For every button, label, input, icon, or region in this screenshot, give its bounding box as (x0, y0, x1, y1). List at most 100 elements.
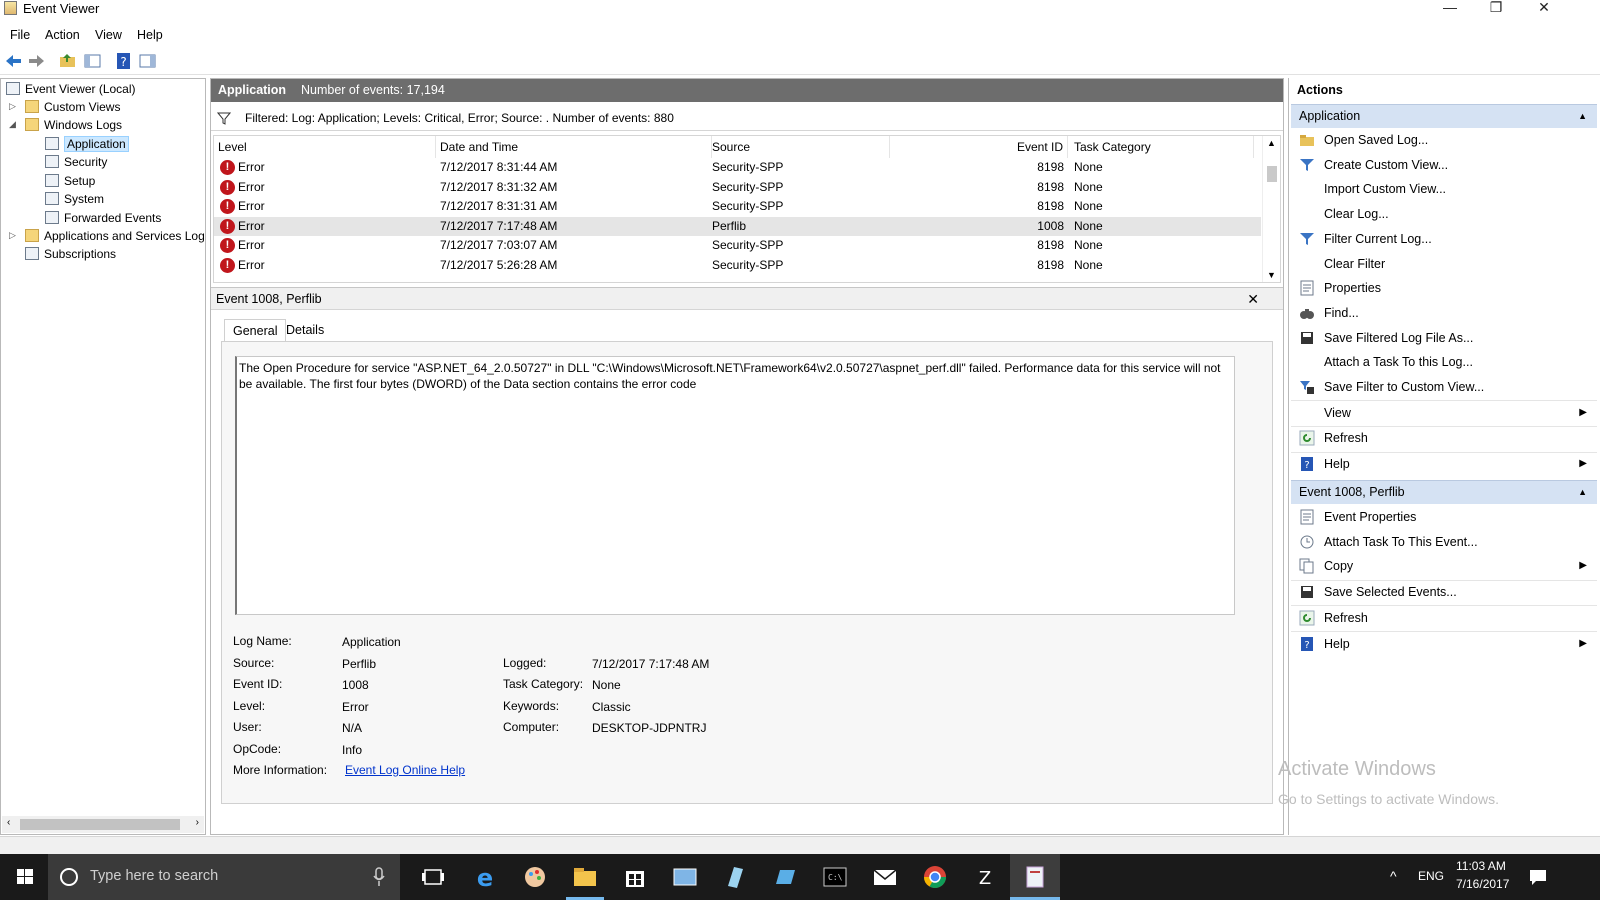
action-center-icon[interactable] (1528, 867, 1548, 887)
taskbar-search-box[interactable]: Type here to search (48, 854, 400, 900)
tree-item-setup[interactable]: Setup (45, 172, 95, 190)
event-log-online-help-link[interactable]: Event Log Online Help (345, 763, 465, 777)
column-task-category[interactable]: Task Category (1074, 136, 1254, 158)
command-prompt-icon[interactable]: C:\ (820, 862, 850, 892)
action-copy[interactable]: Copy ▶ (1291, 554, 1597, 578)
clock-time[interactable]: 11:03 AM (1456, 859, 1506, 873)
menu-help[interactable]: Help (137, 28, 163, 42)
column-date-time[interactable]: Date and Time (440, 136, 712, 158)
row-source: Security-SPP (712, 199, 784, 213)
action-attach-a-task-to-this-log[interactable]: Attach a Task To this Log... (1291, 350, 1597, 374)
minimize-button[interactable]: — (1426, 0, 1474, 28)
show-hide-action-pane-icon[interactable] (138, 52, 157, 70)
event-viewer-taskbar-icon[interactable] (1020, 862, 1050, 892)
edge-browser-icon[interactable]: e (470, 862, 500, 892)
row-task: None (1074, 238, 1103, 252)
tree-item-security[interactable]: Security (45, 153, 107, 171)
file-explorer-icon[interactable] (570, 862, 600, 892)
event-row[interactable]: ! Error 7/12/2017 5:26:28 AM Security-SP… (214, 256, 1261, 276)
collapse-chevron-icon[interactable]: ◢ (9, 119, 16, 130)
tree-item-custom-views[interactable]: Custom Views (25, 98, 120, 116)
tree-item-applications-services[interactable]: Applications and Services Log (25, 227, 205, 245)
microphone-icon[interactable] (373, 867, 385, 887)
expand-chevron-icon[interactable]: ▷ (9, 230, 16, 241)
scroll-down-icon[interactable]: ▼ (1267, 270, 1276, 280)
action-view[interactable]: View ▶ (1291, 401, 1597, 425)
event-row[interactable]: ! Error 7/12/2017 8:31:44 AM Security-SP… (214, 158, 1261, 178)
submenu-arrow-icon: ▶ (1579, 458, 1587, 470)
language-indicator[interactable]: ENG (1418, 869, 1444, 883)
action-clear-filter[interactable]: Clear Filter (1291, 252, 1597, 276)
action-help[interactable]: ? Help ▶ (1291, 452, 1597, 476)
actions-section-application[interactable]: Application ▲ (1291, 104, 1597, 128)
tree-root[interactable]: Event Viewer (Local) (6, 80, 136, 98)
menu-view[interactable]: View (95, 28, 122, 42)
row-date: 7/12/2017 8:31:44 AM (440, 160, 558, 174)
tree-item-forwarded-events[interactable]: Forwarded Events (45, 209, 161, 227)
collapse-caret-icon[interactable]: ▲ (1578, 105, 1587, 128)
menu-action[interactable]: Action (45, 28, 80, 42)
action-properties[interactable]: Properties (1291, 276, 1597, 300)
tree-item-subscriptions[interactable]: Subscriptions (25, 245, 116, 263)
actions-section-event[interactable]: Event 1008, Perflib ▲ (1291, 480, 1597, 504)
column-event-id[interactable]: Event ID (890, 136, 1068, 158)
remote-desktop-icon[interactable] (770, 862, 800, 892)
mail-icon[interactable] (870, 862, 900, 892)
paint-app-icon[interactable] (520, 862, 550, 892)
close-button[interactable]: ✕ (1520, 0, 1568, 28)
tree-item-windows-logs[interactable]: Windows Logs (25, 116, 122, 134)
column-source[interactable]: Source (712, 136, 890, 158)
control-panel-icon[interactable] (670, 862, 700, 892)
tree-horizontal-scrollbar[interactable]: ‹ › (2, 816, 204, 833)
event-row[interactable]: ! Error 7/12/2017 8:31:32 AM Security-SP… (214, 178, 1261, 198)
value-opcode: Info (342, 743, 363, 757)
collapse-caret-icon[interactable]: ▲ (1578, 481, 1587, 504)
show-hidden-icons-chevron[interactable]: ^ (1390, 868, 1397, 884)
up-folder-icon[interactable] (58, 52, 77, 70)
action-label: Event Properties (1324, 510, 1417, 524)
help-toolbar-icon[interactable]: ? (114, 52, 133, 70)
windows-start-icon[interactable] (0, 854, 50, 900)
scroll-right-icon[interactable]: › (196, 817, 199, 828)
action-refresh[interactable]: Refresh (1291, 606, 1597, 630)
event-row[interactable]: ! Error 7/12/2017 8:31:31 AM Security-SP… (214, 197, 1261, 217)
event-row-selected[interactable]: ! Error 7/12/2017 7:17:48 AM Perflib 100… (214, 216, 1261, 236)
action-refresh[interactable]: Refresh (1291, 426, 1597, 450)
scroll-thumb[interactable] (1267, 166, 1277, 182)
show-hide-tree-icon[interactable] (83, 52, 102, 70)
tree-item-application[interactable]: Application (45, 135, 129, 153)
action-attach-task-to-this-event[interactable]: Attach Task To This Event... (1291, 530, 1597, 554)
menu-file[interactable]: File (10, 28, 30, 42)
expand-chevron-icon[interactable]: ▷ (9, 101, 16, 112)
action-import-custom-view[interactable]: Import Custom View... (1291, 177, 1597, 201)
action-filter-current-log[interactable]: Filter Current Log... (1291, 227, 1597, 251)
action-event-properties[interactable]: Event Properties (1291, 505, 1597, 529)
task-view-icon[interactable] (418, 862, 448, 892)
action-open-saved-log[interactable]: Open Saved Log... (1291, 128, 1597, 152)
tab-details[interactable]: Details (278, 319, 332, 342)
close-detail-icon[interactable]: ✕ (1247, 288, 1259, 310)
clock-date[interactable]: 7/16/2017 (1456, 877, 1509, 891)
forward-arrow-icon[interactable] (27, 52, 46, 70)
zend-studio-icon[interactable]: Z (970, 862, 1000, 892)
grid-vertical-scrollbar[interactable]: ▲ ▼ (1262, 136, 1280, 282)
chrome-browser-icon[interactable] (920, 862, 950, 892)
tree-item-system[interactable]: System (45, 190, 104, 208)
action-help[interactable]: ? Help ▶ (1291, 632, 1597, 656)
scroll-up-icon[interactable]: ▲ (1267, 138, 1276, 148)
back-arrow-icon[interactable] (4, 52, 23, 70)
action-save-selected-events[interactable]: Save Selected Events... (1291, 580, 1597, 604)
restore-button[interactable]: ❐ (1472, 0, 1520, 28)
event-row[interactable]: ! Error 7/12/2017 7:03:07 AM Security-SP… (214, 236, 1261, 256)
column-level[interactable]: Level (218, 136, 436, 158)
store-icon[interactable] (620, 862, 650, 892)
action-save-filtered-log-file-as[interactable]: Save Filtered Log File As... (1291, 326, 1597, 350)
action-clear-log[interactable]: Clear Log... (1291, 202, 1597, 226)
action-save-filter-to-custom-view[interactable]: Save Filter to Custom View... (1291, 375, 1597, 399)
event-description[interactable]: The Open Procedure for service "ASP.NET_… (235, 356, 1235, 615)
action-find[interactable]: Find... (1291, 301, 1597, 325)
action-create-custom-view[interactable]: Create Custom View... (1291, 153, 1597, 177)
scroll-left-icon[interactable]: ‹ (7, 817, 10, 828)
notepad-icon[interactable] (720, 862, 750, 892)
scroll-thumb[interactable] (20, 819, 180, 830)
